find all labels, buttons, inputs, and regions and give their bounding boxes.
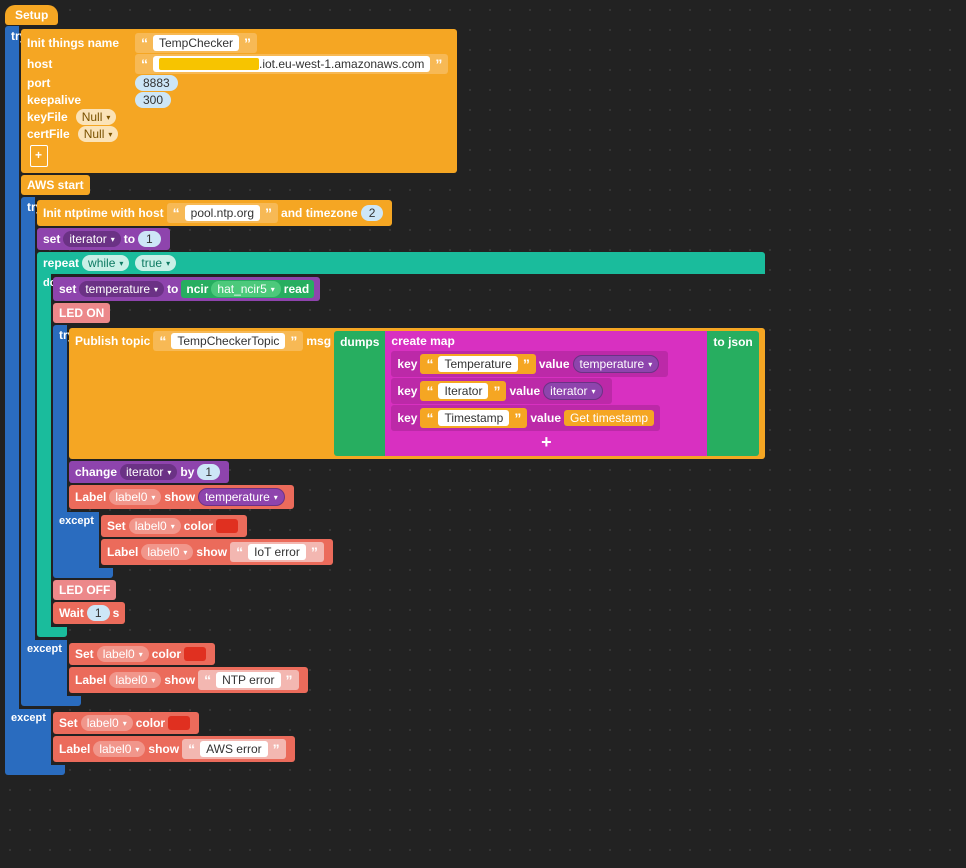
- label-show-temp[interactable]: Label label0 show temperature: [69, 485, 294, 509]
- iterator-dd[interactable]: iterator: [63, 231, 120, 247]
- map-row-timestamp[interactable]: key “Timestamp” value Get timestamp: [391, 405, 660, 431]
- create-map[interactable]: create map key “Temperature”: [385, 331, 707, 456]
- led-off[interactable]: LED OFF: [53, 580, 116, 600]
- set-label-color-ntp[interactable]: Set label0 color: [69, 643, 215, 665]
- setup-hat[interactable]: Setup: [5, 5, 58, 25]
- init-things[interactable]: Init things name “TempChecker” host “.io…: [21, 29, 457, 173]
- ncir-dd[interactable]: hat_ncir5: [211, 281, 280, 297]
- keepalive-input[interactable]: 300: [135, 92, 171, 108]
- dumps-block[interactable]: dumps create map: [334, 331, 759, 456]
- iterator-val[interactable]: 1: [138, 231, 161, 247]
- add-map-row-icon[interactable]: +: [391, 432, 701, 453]
- label-show-ntp-error[interactable]: Label label0 show “NTP error”: [69, 667, 308, 693]
- true-dd[interactable]: true: [135, 255, 176, 271]
- led-on[interactable]: LED ON: [53, 303, 110, 323]
- set-temperature[interactable]: set temperature to ncir hat_ncir5 read: [53, 277, 320, 301]
- val-iter-dd[interactable]: iterator: [543, 382, 602, 400]
- port-input[interactable]: 8883: [135, 75, 178, 91]
- certfile-dropdown[interactable]: Null: [78, 126, 119, 142]
- set-label-color-iot[interactable]: Set label0 color: [101, 515, 247, 537]
- wait[interactable]: Wait 1 s: [53, 602, 125, 624]
- aws-start[interactable]: AWS start: [21, 175, 90, 195]
- change-iterator[interactable]: change iterator by 1: [69, 461, 229, 483]
- label-show-iot-error[interactable]: Label label0 show “IoT error”: [101, 539, 333, 565]
- while-dd[interactable]: while: [82, 255, 129, 271]
- init-ntp[interactable]: Init ntptime with host “pool.ntp.org” an…: [37, 200, 392, 226]
- color-red-chip[interactable]: [168, 716, 190, 730]
- ntp-host-input[interactable]: “pool.ntp.org”: [167, 203, 278, 223]
- repeat-while[interactable]: repeat while true do: [37, 252, 765, 637]
- publish-topic[interactable]: Publish topic “TempCheckerTopic” msg: [69, 328, 765, 459]
- workspace[interactable]: Setup try Init things name “TempChecker”…: [5, 5, 961, 776]
- get-timestamp[interactable]: Get timestamp: [564, 410, 654, 426]
- temp-var-dd[interactable]: temperature: [79, 281, 164, 297]
- val-temp-dd[interactable]: temperature: [573, 355, 660, 373]
- topic-input[interactable]: “TempCheckerTopic”: [153, 331, 303, 351]
- keyfile-dropdown[interactable]: Null: [76, 109, 117, 125]
- things-name-input[interactable]: “TempChecker”: [135, 33, 257, 53]
- try-iot[interactable]: try Publish topic: [53, 325, 765, 578]
- try-ntp[interactable]: try Init ntptime with host “pool.ntp.org…: [21, 197, 765, 706]
- label-show-aws-error[interactable]: Label label0 show “AWS error”: [53, 736, 295, 762]
- set-label-color-aws[interactable]: Set label0 color: [53, 712, 199, 734]
- color-red-chip[interactable]: [216, 519, 238, 533]
- set-iterator[interactable]: set iterator to 1: [37, 228, 170, 250]
- host-input[interactable]: “.iot.eu-west-1.amazonaws.com”: [135, 54, 448, 74]
- map-row-iterator[interactable]: key “Iterator” value iterator: [391, 378, 611, 404]
- try-aws[interactable]: try Init things name “TempChecker” host …: [5, 26, 765, 775]
- ntp-tz-input[interactable]: 2: [361, 205, 384, 221]
- add-file-icon[interactable]: [30, 145, 48, 167]
- ncir-read[interactable]: ncir hat_ncir5 read: [181, 280, 314, 298]
- color-red-chip[interactable]: [184, 647, 206, 661]
- map-row-temperature[interactable]: key “Temperature” value temperature: [391, 351, 668, 377]
- redacted-host: [159, 58, 259, 70]
